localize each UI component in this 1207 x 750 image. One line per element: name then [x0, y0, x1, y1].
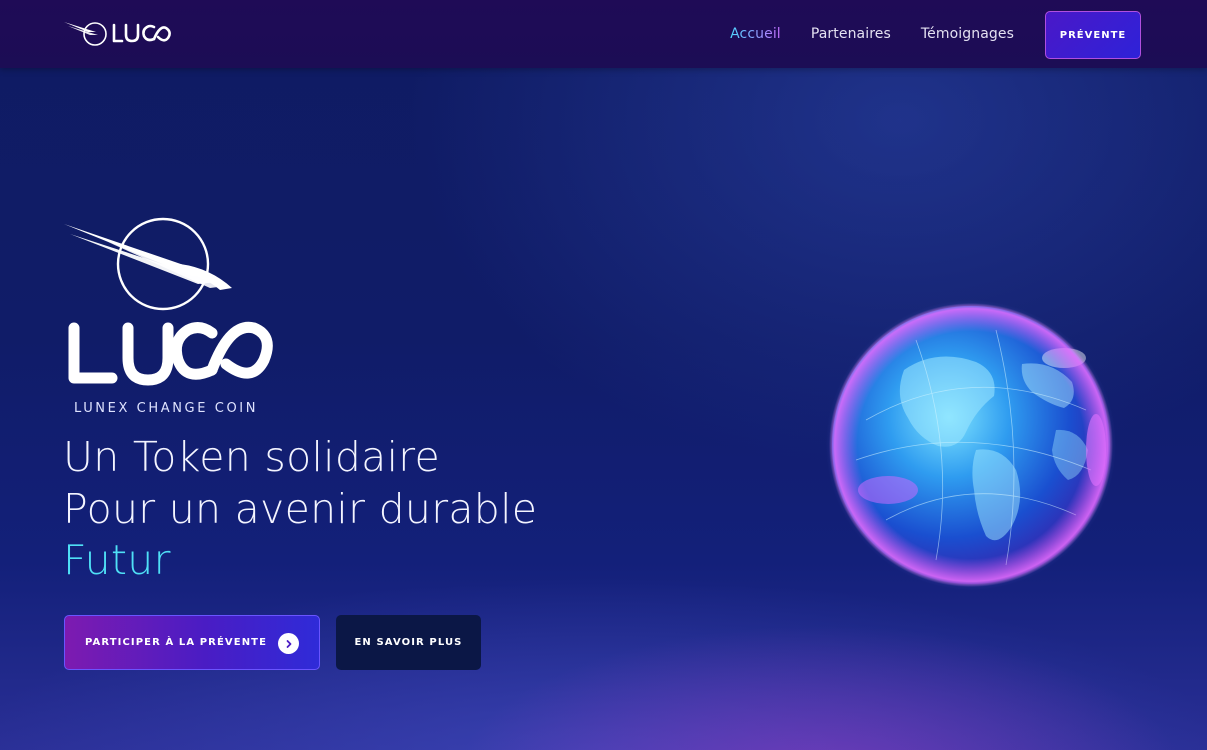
nav-item-temoignages[interactable]: Témoignages [921, 26, 1014, 42]
nav-menu: Accueil Partenaires Témoignages [730, 0, 1014, 68]
hero-logo [64, 217, 273, 386]
nav-logo[interactable] [62, 16, 174, 50]
headline-line-2: Pour un avenir durable [63, 485, 538, 533]
nav-item-accueil[interactable]: Accueil [730, 26, 781, 42]
top-navbar: Accueil Partenaires Témoignages PRÉVENTE [0, 0, 1207, 68]
learn-more-label: EN SAVOIR PLUS [354, 637, 463, 648]
landing-page: Accueil Partenaires Témoignages PRÉVENTE… [0, 0, 1207, 750]
presale-button[interactable]: PRÉVENTE [1045, 11, 1141, 59]
chevron-right-icon [278, 633, 299, 654]
nav-item-partenaires[interactable]: Partenaires [811, 26, 891, 42]
headline-line-1: Un Token solidaire [63, 433, 441, 481]
headline-accent: Futur [63, 536, 171, 584]
join-presale-label: PARTICIPER À LA PRÉVENTE [85, 637, 268, 648]
logo-caption: LUNEX CHANGE COIN [74, 401, 259, 416]
globe-image [826, 300, 1116, 590]
learn-more-button[interactable]: EN SAVOIR PLUS [336, 615, 481, 670]
join-presale-button[interactable]: PARTICIPER À LA PRÉVENTE [64, 615, 320, 670]
